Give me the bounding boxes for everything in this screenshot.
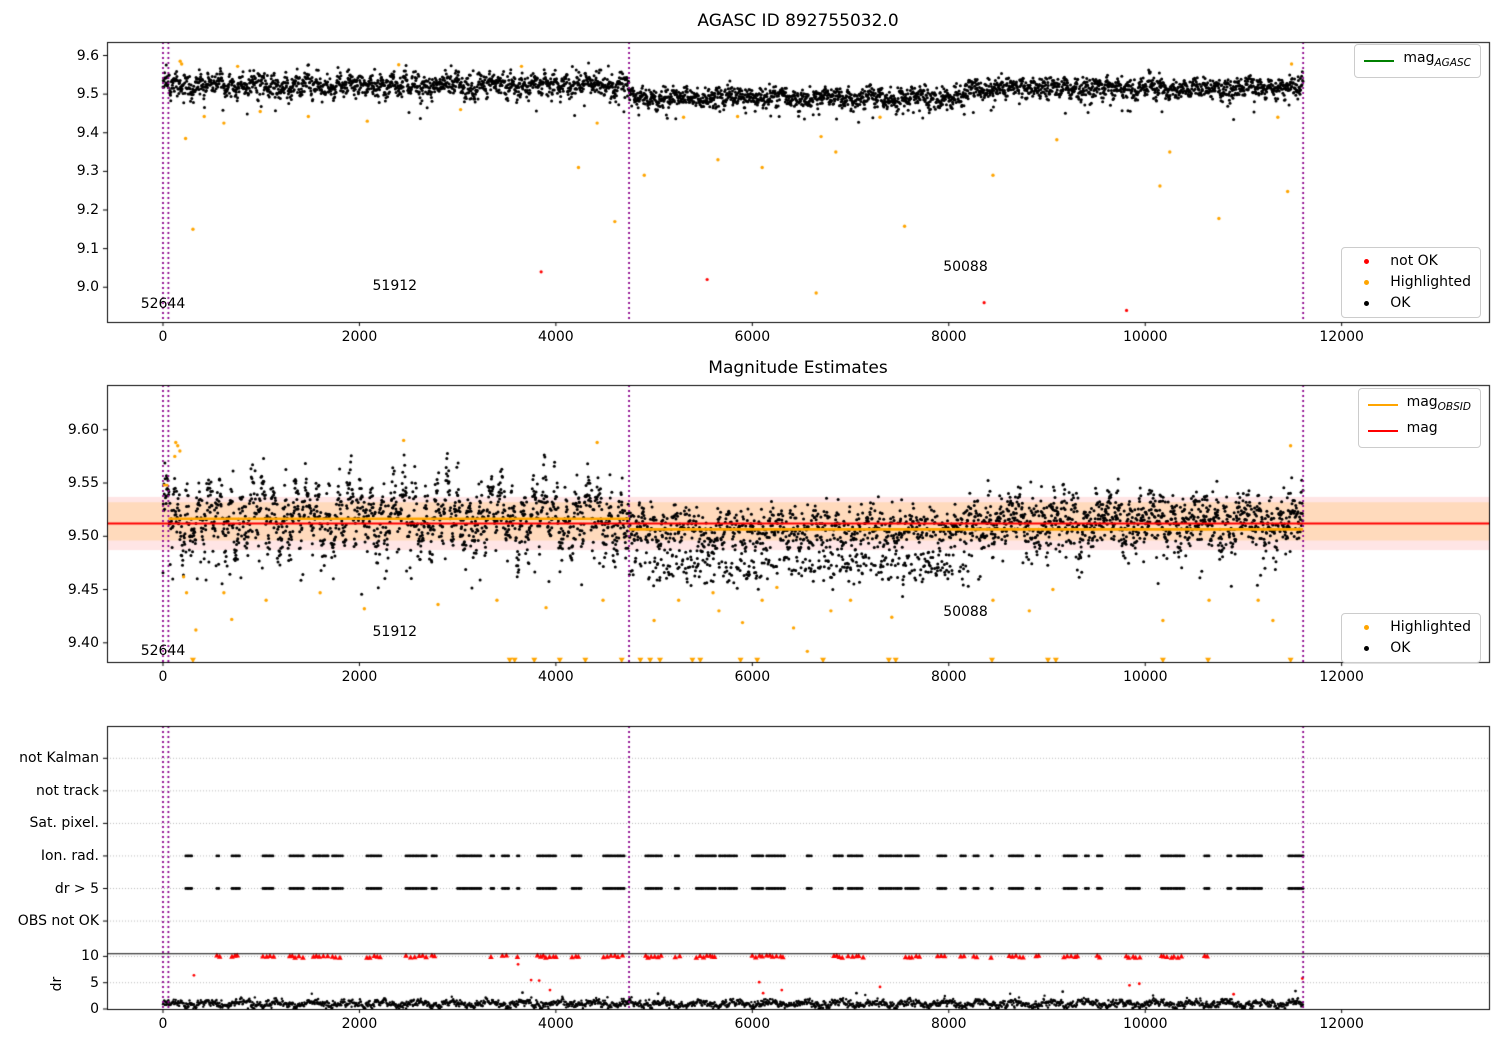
dr-tick-label: 0 [90,1001,99,1017]
x-tick-label: 6000 [734,1016,771,1032]
x-tick-label: 2000 [341,669,378,685]
y-tick-label: 9.40 [67,634,99,651]
plot1-line-legend: magAGASC [1354,44,1481,78]
plot2-line-legend: magOBSID mag [1357,388,1481,448]
y-tick-label: 9.0 [76,279,99,296]
ok-swatch-holder [1351,301,1381,306]
flag-row-label: Ion. rad. [40,847,99,864]
y-tick-label: 9.1 [76,240,99,257]
obsid-annotation: 50088 [943,259,988,276]
plot1-title: AGASC ID 892755032.0 [697,11,899,31]
legend-label-not-ok: not OK [1390,253,1438,269]
green-line-swatch [1364,59,1395,62]
orange-line-swatch [1367,403,1398,406]
y-tick-label: 9.5 [76,86,99,103]
ok2-swatch-holder [1351,646,1381,651]
y-tick-label: 9.45 [67,581,99,598]
y-tick-label: 9.55 [67,475,99,491]
legend-label-mag-obsid: magOBSID [1406,394,1471,413]
x-tick-label: 4000 [538,669,574,685]
flag-row-label: not Kalman [19,750,99,767]
legend-row-ok-2: OK [1351,640,1471,657]
legend-row-mag-agasc: magAGASC [1364,50,1471,72]
ok-marker-swatch [1363,301,1369,306]
y-tick-label: 9.6 [76,47,99,64]
flag-row-label: Sat. pixel. [29,815,99,832]
obsid-annotation: 51912 [372,278,418,295]
x-tick-label: 8000 [930,1016,967,1032]
mag-swatch-holder [1367,429,1398,432]
dr-tick-label: 5 [90,974,99,991]
obsid-annotation: 52644 [140,296,186,313]
plot1-marker-legend: not OK Highlighted OK [1341,247,1481,318]
x-tick-label: 0 [158,1016,168,1032]
agasc-magnitude-figure: AGASC ID 892755032.0 Magnitude Estimates… [0,0,1500,1050]
legend-label-mag: mag [1406,419,1438,436]
y-tick-label: 9.60 [67,421,99,438]
legend-row-ok: OK [1351,295,1471,312]
x-tick-label: 0 [158,329,168,345]
y-tick-label: 9.50 [67,528,99,545]
red-line-swatch [1367,429,1398,432]
x-tick-label: 6000 [734,329,771,345]
obsid-annotation: 52644 [140,642,186,659]
x-tick-label: 2000 [341,329,378,345]
mag-agasc-line-swatch-holder [1364,59,1395,62]
obsid-annotation: 51912 [372,624,418,641]
highlighted-swatch-holder [1351,280,1381,285]
x-tick-label: 4000 [538,329,574,345]
not-ok-marker-swatch [1363,259,1369,264]
x-tick-label: 10000 [1122,669,1168,685]
flag-row-label: OBS not OK [17,913,99,930]
x-tick-label: 8000 [930,669,967,685]
y-tick-label: 9.3 [76,163,99,180]
x-tick-label: 12000 [1319,329,1364,345]
x-tick-label: 12000 [1319,669,1364,685]
highlighted-marker-swatch [1363,280,1369,285]
not-ok-swatch-holder [1351,259,1381,264]
obsid-annotation: 50088 [943,603,988,620]
highlighted2-swatch-holder [1351,625,1381,630]
x-tick-label: 10000 [1122,1016,1168,1032]
highlighted-marker-swatch-2 [1363,625,1369,630]
legend-label-highlighted-2: Highlighted [1390,619,1471,635]
legend-row-highlighted: Highlighted [1351,274,1471,291]
legend-row-not-ok: not OK [1351,253,1471,270]
x-tick-label: 8000 [930,329,967,345]
x-tick-label: 10000 [1122,329,1168,345]
ok-marker-swatch-2 [1363,646,1369,651]
x-tick-label: 2000 [341,1016,378,1032]
plot2-marker-legend: Highlighted OK [1341,613,1481,663]
x-tick-label: 0 [158,669,168,685]
mag-obsid-swatch-holder [1367,403,1398,406]
legend-label-ok: OK [1390,295,1411,311]
legend-label-highlighted: Highlighted [1390,274,1471,290]
x-tick-label: 4000 [538,1016,574,1032]
flag-row-label: dr > 5 [54,880,99,897]
plot2-title: Magnitude Estimates [708,358,888,378]
x-tick-label: 6000 [734,669,771,685]
plots-canvas [0,0,1500,1050]
dr-axis-label: dr [49,976,65,992]
dr-tick-label: 10 [81,948,99,965]
legend-label-ok-2: OK [1390,640,1411,656]
flag-row-label: not track [35,782,99,799]
y-tick-label: 9.4 [76,124,99,141]
y-tick-label: 9.2 [76,202,99,218]
legend-row-highlighted-2: Highlighted [1351,619,1471,636]
x-tick-label: 12000 [1319,1016,1364,1032]
legend-row-mag: mag [1367,419,1471,442]
legend-label-mag-agasc: magAGASC [1403,50,1471,69]
legend-row-mag-obsid: magOBSID [1367,394,1471,416]
